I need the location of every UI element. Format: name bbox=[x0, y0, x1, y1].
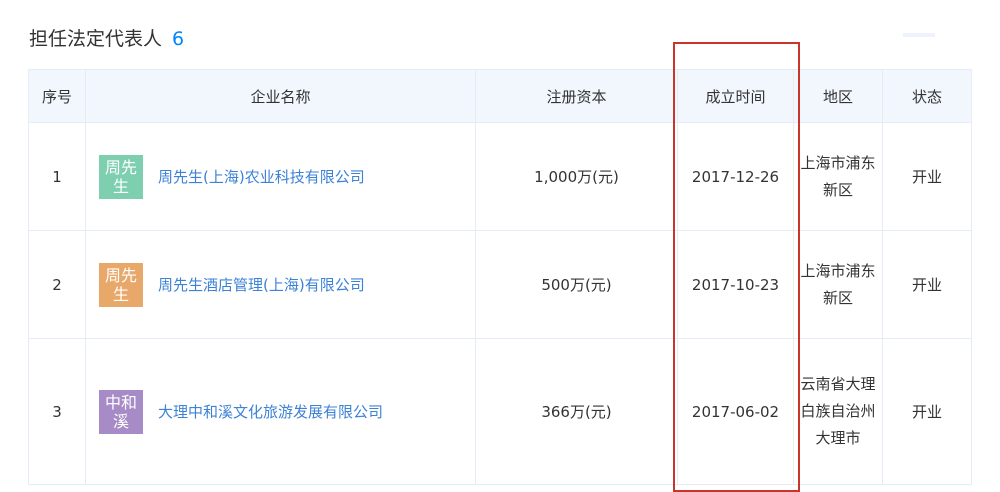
legal-representative-table: 序号 企业名称 注册资本 成立时间 地区 状态 1 周先生 周先生(上海)农业科… bbox=[28, 69, 972, 485]
region-cell: 上海市浦东新区 bbox=[793, 230, 883, 339]
header-status: 状态 bbox=[882, 69, 972, 123]
company-logo: 中和溪 bbox=[99, 389, 143, 434]
founded-cell: 2017-10-23 bbox=[677, 230, 794, 339]
status-cell: 开业 bbox=[882, 230, 972, 339]
header-founded: 成立时间 bbox=[677, 69, 794, 123]
header-index: 序号 bbox=[28, 69, 86, 123]
company-cell: 周先生 周先生(上海)农业科技有限公司 bbox=[85, 122, 476, 231]
header-region: 地区 bbox=[793, 69, 883, 123]
table-row: 2 周先生 周先生酒店管理(上海)有限公司 500万(元) 2017-10-23… bbox=[28, 230, 972, 339]
region-cell: 云南省大理白族自治州大理市 bbox=[793, 338, 883, 485]
row-index: 1 bbox=[28, 122, 86, 231]
section-header: 担任法定代表人 6 bbox=[29, 24, 184, 51]
section-count: 6 bbox=[172, 28, 185, 50]
corner-decoration bbox=[903, 33, 935, 37]
capital-cell: 1,000万(元) bbox=[475, 122, 678, 231]
header-capital: 注册资本 bbox=[475, 69, 678, 123]
company-link[interactable]: 周先生(上海)农业科技有限公司 bbox=[158, 166, 365, 187]
table-row: 1 周先生 周先生(上海)农业科技有限公司 1,000万(元) 2017-12-… bbox=[28, 122, 972, 231]
capital-cell: 500万(元) bbox=[475, 230, 678, 339]
status-cell: 开业 bbox=[882, 122, 972, 231]
table-row: 3 中和溪 大理中和溪文化旅游发展有限公司 366万(元) 2017-06-02… bbox=[28, 338, 972, 485]
header-company: 企业名称 bbox=[85, 69, 476, 123]
company-cell: 周先生 周先生酒店管理(上海)有限公司 bbox=[85, 230, 476, 339]
company-logo: 周先生 bbox=[99, 262, 143, 307]
table-header-row: 序号 企业名称 注册资本 成立时间 地区 状态 bbox=[28, 69, 972, 123]
company-logo: 周先生 bbox=[99, 154, 143, 199]
company-link[interactable]: 周先生酒店管理(上海)有限公司 bbox=[158, 274, 365, 295]
founded-cell: 2017-12-26 bbox=[677, 122, 794, 231]
founded-cell: 2017-06-02 bbox=[677, 338, 794, 485]
company-cell: 中和溪 大理中和溪文化旅游发展有限公司 bbox=[85, 338, 476, 485]
capital-cell: 366万(元) bbox=[475, 338, 678, 485]
company-link[interactable]: 大理中和溪文化旅游发展有限公司 bbox=[158, 401, 383, 422]
row-index: 3 bbox=[28, 338, 86, 485]
section-title: 担任法定代表人 bbox=[29, 28, 163, 50]
region-cell: 上海市浦东新区 bbox=[793, 122, 883, 231]
row-index: 2 bbox=[28, 230, 86, 339]
status-cell: 开业 bbox=[882, 338, 972, 485]
